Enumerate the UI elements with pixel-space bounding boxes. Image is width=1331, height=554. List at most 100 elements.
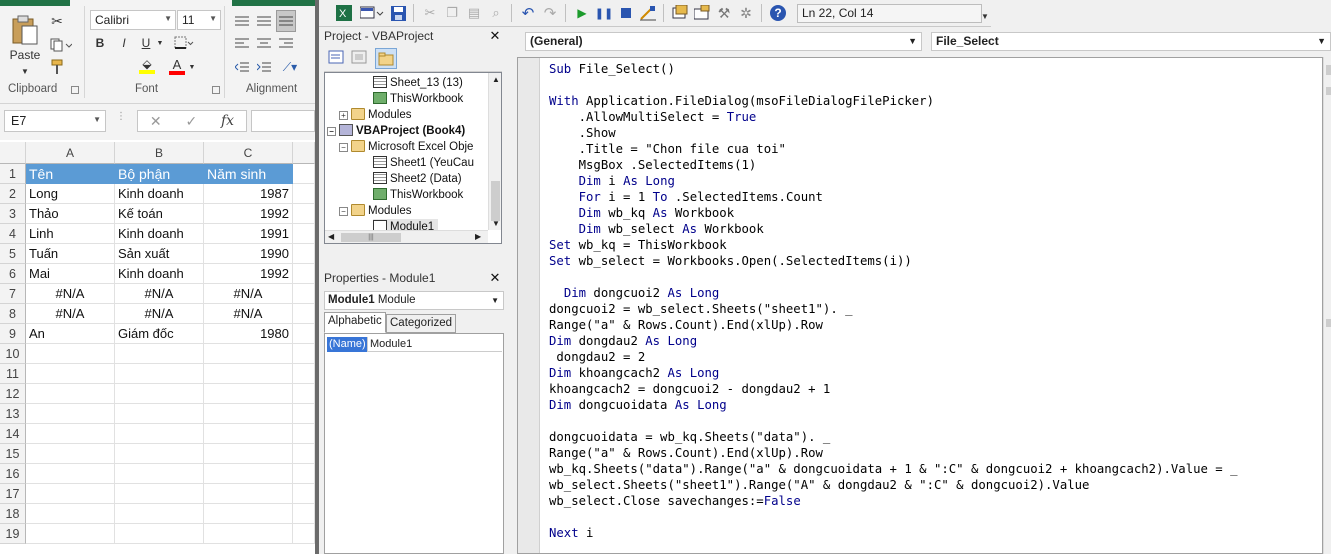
row-header[interactable]: 1 [0,164,26,184]
code-line[interactable]: .Title = "Chon file cua toi" [549,141,1238,157]
cell[interactable] [293,164,315,184]
cell[interactable] [26,384,115,404]
cell[interactable] [204,384,293,404]
row-header[interactable]: 10 [0,344,26,364]
scroll-thumb[interactable] [491,181,500,221]
row-header[interactable]: 14 [0,424,26,444]
row-header[interactable]: 9 [0,324,26,344]
code-line[interactable]: Set wb_kq = ThisWorkbook [549,237,1238,253]
copy-icon[interactable]: ❐ [443,4,461,22]
row-header[interactable]: 12 [0,384,26,404]
scroll-left-icon[interactable]: ◀ [328,232,334,241]
font-launcher-icon[interactable] [212,86,220,94]
cell[interactable]: 1987 [204,184,293,204]
cell[interactable]: Giám đốc [115,324,204,344]
toolbox-icon[interactable]: ✲ [737,4,755,22]
tree-node[interactable]: Sheet_13 (13) [373,75,463,91]
font-color-dropdown-icon[interactable]: ▼ [188,62,196,72]
code-line[interactable] [549,509,1238,525]
tree-node[interactable]: + Modules [339,107,411,123]
cell[interactable] [26,424,115,444]
view-excel-icon[interactable]: X [335,4,353,22]
cell[interactable] [115,504,204,524]
code-line[interactable]: Sub File_Select() [549,61,1238,77]
cell[interactable]: 1992 [204,204,293,224]
code-vertical-scrollbar[interactable] [1323,57,1331,554]
cell[interactable]: Kinh doanh [115,264,204,284]
cell[interactable]: #N/A [115,284,204,304]
property-name[interactable]: (Name) [327,337,367,352]
code-line[interactable]: Dim dongdau2 As Long [549,333,1238,349]
tab-alphabetic[interactable]: Alphabetic [324,312,386,333]
paste-button[interactable]: Paste [4,10,46,66]
code-line[interactable]: Dim i As Long [549,173,1238,189]
tree-node[interactable]: ThisWorkbook [373,91,463,107]
row-header[interactable]: 11 [0,364,26,384]
underline-button[interactable]: U [138,34,154,52]
scroll-down-icon[interactable]: ▼ [492,219,500,228]
cell[interactable]: Long [26,184,115,204]
cell[interactable] [204,464,293,484]
help-icon[interactable]: ? [769,4,787,22]
cell[interactable] [204,444,293,464]
cell[interactable]: An [26,324,115,344]
code-line[interactable]: Range("a" & Rows.Count).End(xlUp).Row [549,445,1238,461]
cell[interactable] [204,344,293,364]
collapse-icon[interactable]: − [339,207,348,216]
tree-node-project[interactable]: − VBAProject (Book4) [327,123,465,139]
cell[interactable] [293,344,315,364]
cut-icon[interactable]: ✂ [48,12,66,30]
row-header[interactable]: 4 [0,224,26,244]
paste-dropdown-icon[interactable]: ▼ [18,66,32,76]
cell[interactable] [293,184,315,204]
drag-handle-icon[interactable]: ⋮ [116,112,126,128]
break-icon[interactable]: ❚❚ [595,4,613,22]
cell[interactable] [26,464,115,484]
format-painter-icon[interactable] [48,58,66,76]
code-line[interactable] [549,269,1238,285]
scroll-up-icon[interactable]: ▲ [492,75,500,84]
underline-dropdown-icon[interactable]: ▼ [156,38,164,48]
tree-node[interactable]: Sheet1 (YeuCau [373,155,474,171]
save-icon[interactable] [389,4,407,22]
toolbar-options-icon[interactable]: ▼ [981,10,989,24]
column-header-a[interactable]: A [26,142,115,164]
cell[interactable] [293,364,315,384]
align-center-icon[interactable] [254,34,274,52]
table-header-cell[interactable]: Bộ phận [115,164,204,184]
cell[interactable] [115,384,204,404]
copy-icon[interactable] [48,36,74,54]
tree-node[interactable]: − Modules [339,203,411,219]
code-line[interactable] [549,413,1238,429]
row-header[interactable]: 19 [0,524,26,544]
align-left-icon[interactable] [232,34,252,52]
code-line[interactable] [549,77,1238,93]
procedure-combo[interactable]: File_Select ▼ [931,32,1331,51]
cell[interactable] [115,344,204,364]
cell[interactable]: Sản xuất [115,244,204,264]
collapse-icon[interactable]: − [327,127,336,136]
name-box[interactable]: E7 ▼ [4,110,106,132]
cell[interactable] [26,484,115,504]
row-header[interactable]: 8 [0,304,26,324]
code-line[interactable]: dongdau2 = 2 [549,349,1238,365]
code-line[interactable]: wb_select.Sheets("sheet1").Range("A" & d… [549,477,1238,493]
cell[interactable]: 1992 [204,264,293,284]
tree-node[interactable]: Sheet2 (Data) [373,171,462,187]
code-line[interactable]: dongcuoidata = wb_kq.Sheets("data"). _ [549,429,1238,445]
code-line[interactable]: With Application.FileDialog(msoFileDialo… [549,93,1238,109]
cell[interactable]: #N/A [204,304,293,324]
cell[interactable]: #N/A [204,284,293,304]
font-name-combo[interactable]: Calibri ▼ [90,10,176,30]
object-combo[interactable]: (General) ▼ [525,32,922,51]
tree-node[interactable]: ThisWorkbook [373,187,463,203]
cell[interactable]: Kinh doanh [115,184,204,204]
project-explorer-icon[interactable] [671,4,689,22]
cell[interactable] [115,424,204,444]
properties-window-icon[interactable] [693,4,711,22]
code-line[interactable]: Dim dongcuoi2 As Long [549,285,1238,301]
enter-icon[interactable]: ✓ [185,113,197,130]
cell[interactable] [293,404,315,424]
code-line[interactable]: Dim dongcuoidata As Long [549,397,1238,413]
object-browser-icon[interactable]: ⚒ [715,4,733,22]
